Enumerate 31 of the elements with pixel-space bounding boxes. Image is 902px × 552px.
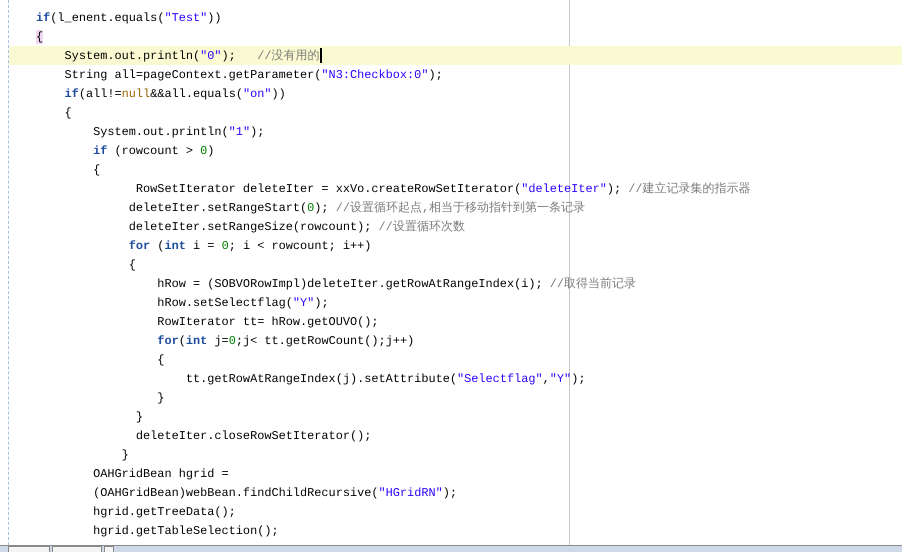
code-line: hRow = (SOBVORowImpl)deleteIter.getRowAtRangeIndex(i); //取得当前记录 [156, 276, 636, 292]
code-line: String all=pageContext.getParameter("N3:Checkbox:0"); [64, 68, 443, 82]
code-editor[interactable] [8, 0, 902, 545]
code-line: deleteIter.setRangeSize(rowcount); //设置循环次数 [128, 218, 465, 234]
code-line: deleteIter.closeRowSetIterator(); [134, 428, 372, 442]
code-line: System.out.println("1"); [92, 124, 264, 138]
code-line: tt.getRowAtRangeIndex(j).setAttribute("Selectflag","Y"); [184, 372, 586, 386]
code-line: System.out.println("0"); //没有用的 [64, 48, 320, 64]
code-line: hgrid.getTableSelection(); [92, 524, 279, 538]
code-line: hRow.setSelectflag("Y"); [156, 296, 329, 310]
code-line: } [120, 448, 129, 462]
code-line: if(l_enent.equals("Test")) [36, 10, 222, 24]
code-line: { [92, 162, 100, 176]
code-line: deleteIter.setRangeStart(0); //设置循环起点,相当于移动指针到第一条记录 [128, 200, 586, 216]
code-line: { [156, 352, 164, 366]
editor-tab[interactable] [8, 546, 50, 552]
code-line: for(int j=0;j< tt.getRowCount();j++) [156, 334, 414, 348]
code-line: { [64, 106, 72, 120]
code-line: OAHGridBean hgrid = [92, 466, 229, 480]
editor-tab[interactable] [52, 546, 102, 552]
code-line: if (rowcount > 0) [92, 144, 214, 158]
editor-tab[interactable] [104, 546, 114, 552]
code-line: for (int i = 0; i < rowcount; i++) [128, 238, 372, 252]
code-line: } [156, 390, 164, 404]
code-line: { [128, 258, 136, 272]
code-line: if(all!=null&&all.equals("on")) [64, 86, 286, 100]
code-line: RowSetIterator deleteIter = xxVo.createRowSetIterator("deleteIter"); //建立记录集的指示器 [134, 180, 751, 196]
code-line: hgrid.getTreeData(); [92, 504, 236, 518]
code-line: (OAHGridBean)webBean.findChildRecursive("HGridRN"); [92, 486, 458, 500]
code-line: RowIterator tt= hRow.getOUVO(); [156, 314, 379, 328]
code-line: } [134, 410, 144, 424]
